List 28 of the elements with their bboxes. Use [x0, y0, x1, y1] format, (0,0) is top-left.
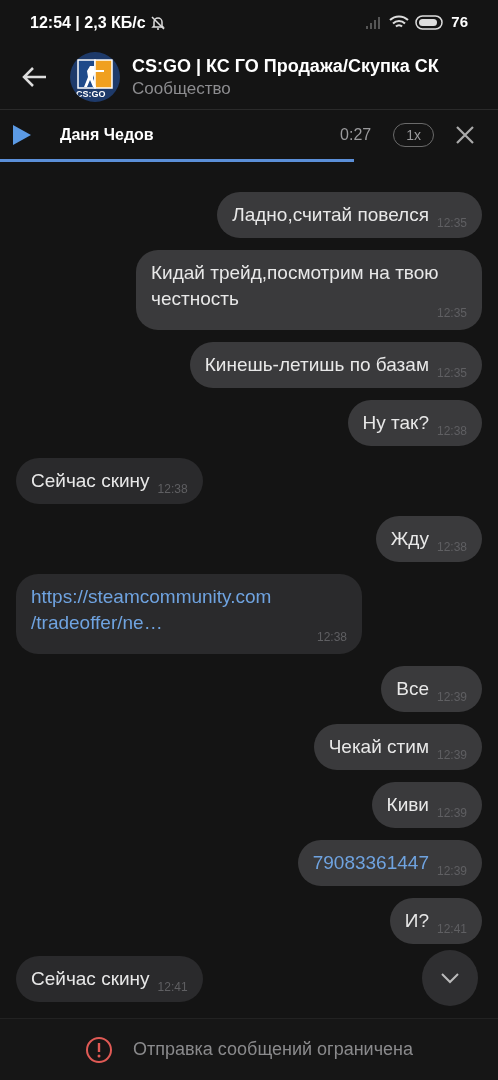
message-text: Все	[396, 677, 429, 701]
chat-subtitle: Сообщество	[132, 78, 232, 100]
chat-title: CS:GO | КС ГО Продажа/Скупка СК	[132, 55, 439, 78]
message-text: Чекай стим	[328, 735, 429, 759]
message-text: Кинешь-летишь по базам	[204, 353, 429, 377]
message-text: Кидай трейд,посмотрим на твою честность	[151, 261, 439, 309]
message-text: Жду	[390, 527, 429, 551]
muted-bell-icon	[149, 14, 166, 31]
chevron-down-icon[interactable]	[440, 972, 460, 984]
message-text: Ладно,считай повелся	[232, 203, 429, 227]
message-text: Киви	[386, 793, 429, 817]
back-arrow-icon[interactable]	[22, 66, 48, 88]
track-duration: 0:27	[340, 125, 372, 145]
message-text: И?	[404, 909, 429, 933]
message-text: Сейчас скину	[31, 469, 150, 493]
status-time: 12:54 | 2,3 КБ/с	[30, 12, 146, 33]
message-text: Ну так?	[362, 411, 429, 435]
message-link[interactable]: 79083361447	[312, 850, 429, 876]
battery-percent: 76	[451, 12, 468, 33]
warning-icon	[85, 1035, 113, 1064]
wifi-icon	[389, 15, 410, 30]
message-text: Сейчас скину	[31, 967, 150, 991]
notice-text: Отправка сообщений ограничена	[133, 1038, 413, 1061]
close-button[interactable]	[456, 126, 474, 144]
play-icon[interactable]	[12, 124, 32, 146]
battery-icon	[415, 15, 446, 30]
avatar[interactable]: CS:GO	[70, 52, 120, 102]
track-title: Даня Чедов	[60, 125, 154, 145]
